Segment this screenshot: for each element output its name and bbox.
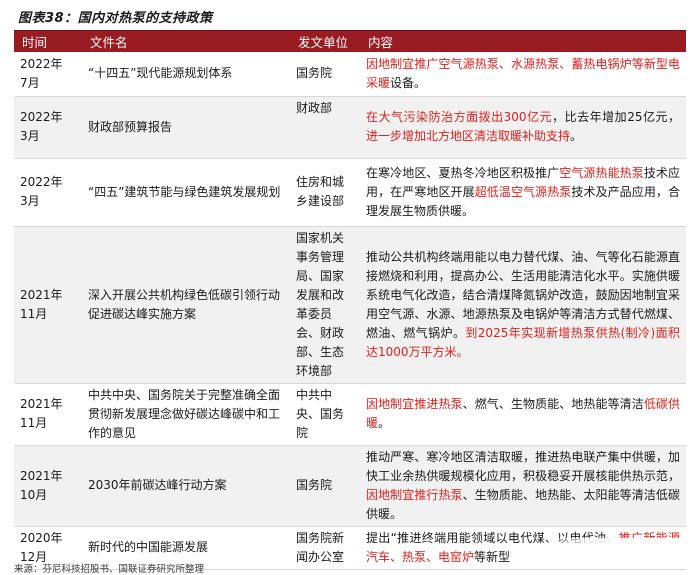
content-text: 在寒冷地区、夏热冬冷地区积极推广 <box>366 165 560 180</box>
row-filename: “四五”建筑节能与绿色建筑发展规划 <box>82 158 290 227</box>
content-text: 。 <box>378 416 391 430</box>
row-content: 在大气污染防治方面拨出300亿元，比去年增加25亿元， 进一步增加北方地区清洁取暖… <box>360 96 686 159</box>
header-issuer: 发文单位 <box>290 31 360 52</box>
row-filename: 2030年前碳达峰行动方案 <box>82 445 290 527</box>
row-filename: 深入开展公共机构绿色低碳引领行动促进碳达峰实施方案 <box>82 226 290 384</box>
table-row: 2022年 3月 财政部预算报告 财政部 在大气污染防治方面拨出300亿元，比去年增加… <box>14 96 686 159</box>
row-issuer: 中共中央、国务院 <box>290 383 360 446</box>
row-time: 2021年 10月 <box>14 445 82 527</box>
highlight-text: 空气源热能热泵 <box>559 165 644 180</box>
row-time: 2022年 3月 <box>14 158 82 227</box>
row-time: 2022年 7月 <box>14 52 82 97</box>
row-issuer: 国家机关事务管理局、国家发展和改革委员会、财政部、生态环境部 <box>290 226 360 384</box>
policy-table: 时间 文件名 发文单位 内容 2022年 7月 “十四五”现代能源规划体系 国务院因… <box>14 31 686 570</box>
fade-overlay <box>540 538 680 560</box>
highlight-text: 进一步增加北方地区清洁取暖补助支持 <box>366 129 571 143</box>
header-time: 时间 <box>14 31 82 52</box>
policy-table-body: 2022年 7月 “十四五”现代能源规划体系 国务院 因地制宜推广空气源热泵、水源热泵… <box>14 52 686 570</box>
row-issuer: 国务院 <box>290 52 360 97</box>
row-time: 2021年 11月 <box>14 383 82 446</box>
header-filename: 文件名 <box>82 31 290 52</box>
content-text: 设备。 <box>390 75 427 90</box>
row-filename: “十四五”现代能源规划体系 <box>82 52 290 97</box>
highlight-text: 超低温空气源热泵 <box>474 184 572 199</box>
row-content: 推动严寒、寒冷地区清洁取暖，推进热电联产集中供暖，加快工业余热供暖规模化应用，积… <box>360 445 686 527</box>
table-row: 2021年 11月 深入开展公共机构绿色低碳引领行动促进碳达峰实施方案 国家机关事务… <box>14 226 686 384</box>
content-text: ，比去年增加25亿元， <box>552 110 681 124</box>
row-issuer: 国务院 <box>290 445 360 527</box>
highlight-text: 因地制宜推进热泵 <box>366 397 463 411</box>
row-content: 因地制宜推广空气源热泵、水源热泵、蓄热电锅炉等新型电采暖设备。 <box>360 52 686 97</box>
row-issuer: 国务院新闻办公室 <box>290 526 360 570</box>
row-issuer: 住房和城乡建设部 <box>290 158 360 227</box>
highlight-text: 在大气污染防治方面拨出300亿元 <box>366 110 553 124</box>
figure-title: 图表38：国内对热泵的支持政策 <box>18 11 213 26</box>
source-note: 来源：芬尼科技招股书、国联证券研究所整理 <box>14 564 205 575</box>
row-time: 2022年 3月 <box>14 96 82 159</box>
row-issuer: 财政部 <box>290 96 360 159</box>
row-filename: 财政部预算报告 <box>82 96 290 159</box>
header-content: 内容 <box>360 31 686 52</box>
row-content: 因地制宜推进热泵、燃气、生物质能、地热能等清洁低碳供暖。 <box>360 383 686 446</box>
content-text: 。 <box>570 129 583 143</box>
content-text: 、燃气、生物质能、地热能等清洁 <box>462 397 644 411</box>
table-row: 2021年 11月 中共中央、国务院关于完整准确全面贯彻新发展理念做好碳达峰碳中和… <box>14 383 686 446</box>
row-content: 在寒冷地区、夏热冬冷地区积极推广空气源热能热泵技术应用，在严寒地区开展超低温空气… <box>360 158 686 227</box>
table-row: 2022年 3月 “四五”建筑节能与绿色建筑发展规划 住房和城乡建设部 在寒冷地区、夏… <box>14 158 686 227</box>
row-content: 推动公共机构终端用能以电力替代煤、油、气等化石能源直接燃烧和利用，提高办公、生活… <box>360 226 686 384</box>
content-text: 推动严寒、寒冷地区清洁取暖，推进热电联产集中供暖，加快工业余热供暖规模化应用，积… <box>366 449 680 483</box>
highlight-text: 因地制宜推行热泵 <box>366 487 463 502</box>
row-filename: 中共中央、国务院关于完整准确全面贯彻新发展理念做好碳达峰碳中和工作的意见 <box>82 383 290 446</box>
table-row: 2021年 10月 2030年前碳达峰行动方案 国务院 推动严寒、寒冷地区清洁取暖，推… <box>14 445 686 527</box>
table-header-row: 时间 文件名 发文单位 内容 <box>14 31 686 52</box>
row-time: 2021年 11月 <box>14 226 82 384</box>
table-row: 2022年 7月 “十四五”现代能源规划体系 国务院 因地制宜推广空气源热泵、水源热泵… <box>14 52 686 97</box>
content-text: 等新型 <box>474 549 511 564</box>
